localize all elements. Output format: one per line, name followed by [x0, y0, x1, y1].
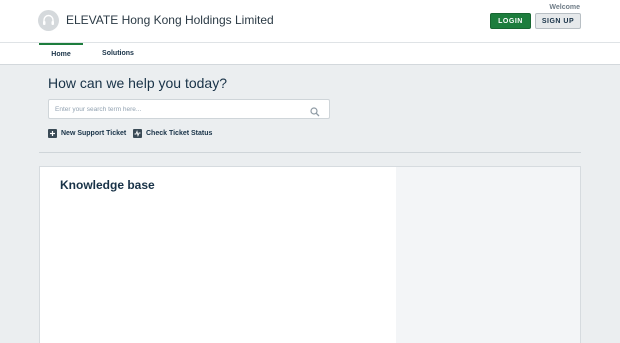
- knowledge-base-card: Knowledge base: [39, 166, 397, 343]
- new-support-ticket-label: New Support Ticket: [61, 129, 127, 137]
- search-box: [48, 99, 330, 119]
- page-title: How can we help you today?: [48, 75, 227, 91]
- company-name: ELEVATE Hong Kong Holdings Limited: [66, 13, 274, 27]
- site-header: ELEVATE Hong Kong Holdings Limited Welco…: [0, 0, 620, 43]
- activity-icon: [133, 128, 142, 138]
- knowledge-base-title: Knowledge base: [60, 178, 155, 192]
- search-input[interactable]: [49, 100, 299, 118]
- new-support-ticket-link[interactable]: New Support Ticket: [48, 128, 126, 138]
- welcome-text: Welcome: [549, 4, 580, 11]
- check-ticket-status-link[interactable]: Check Ticket Status: [133, 128, 212, 138]
- main-nav: Home Solutions: [0, 43, 620, 65]
- signup-button[interactable]: SIGN UP: [535, 13, 581, 29]
- plus-icon: [48, 128, 57, 138]
- check-ticket-status-label: Check Ticket Status: [146, 129, 213, 137]
- sidebar-panel: [396, 166, 581, 343]
- search-icon[interactable]: [310, 104, 320, 122]
- company-logo[interactable]: [38, 10, 59, 31]
- login-button[interactable]: LOGIN: [490, 13, 531, 29]
- tab-solutions[interactable]: Solutions: [96, 43, 140, 64]
- headset-icon: [43, 14, 54, 25]
- section-divider: [39, 152, 581, 153]
- tab-home[interactable]: Home: [39, 43, 83, 64]
